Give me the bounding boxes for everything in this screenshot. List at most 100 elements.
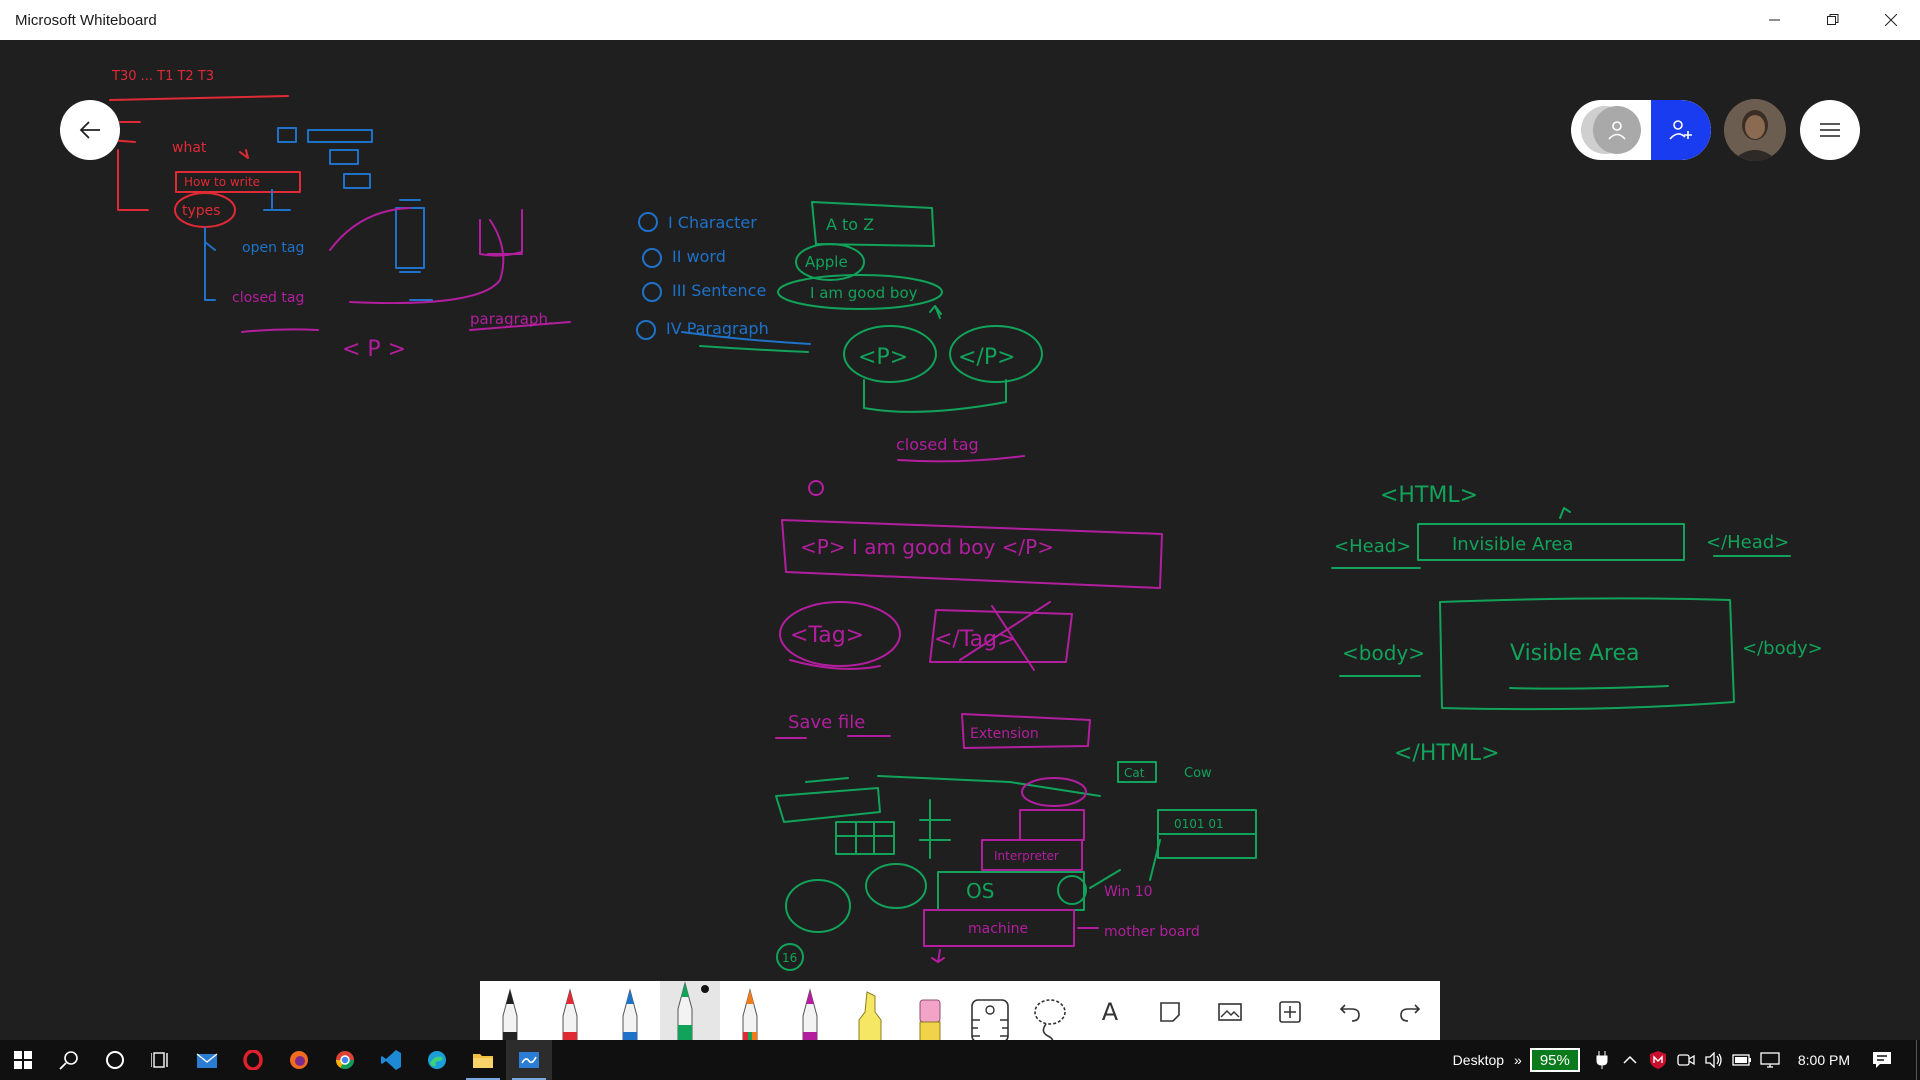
lasso-tool[interactable]	[1020, 981, 1080, 1042]
highlighter-tool[interactable]	[840, 981, 900, 1042]
magenta-closed-tag: closed tag	[232, 290, 304, 306]
ruler-tool[interactable]	[960, 981, 1020, 1042]
p-example-sentence: <P> I am good boy </P>	[800, 535, 1054, 559]
red-top-note: T30 ... T1 T2 T3	[111, 69, 214, 84]
pen-blue-tool[interactable]	[600, 981, 660, 1042]
mcafee-shield-icon[interactable]	[1644, 1040, 1672, 1080]
battery-icon[interactable]	[1728, 1040, 1756, 1080]
whiteboard-app[interactable]	[506, 1040, 552, 1080]
text-tool[interactable]: A	[1080, 981, 1140, 1042]
highlighter-icon	[858, 991, 882, 1042]
mail-icon	[196, 1053, 218, 1068]
title-bar: Microsoft Whiteboard	[0, 0, 1920, 40]
restore-icon	[1827, 14, 1839, 25]
machine-label: machine	[968, 921, 1028, 937]
value-a-to-z: A to Z	[826, 215, 874, 234]
magenta-open-p: < P >	[342, 337, 406, 362]
mail-app[interactable]	[184, 1040, 230, 1080]
volume-icon[interactable]	[1700, 1040, 1728, 1080]
html-open-tag: <HTML>	[1380, 483, 1478, 508]
desktop-toolbar-label[interactable]: Desktop	[1453, 1052, 1504, 1068]
task-view-button[interactable]	[138, 1040, 184, 1080]
user-avatar[interactable]	[1724, 99, 1786, 161]
network-icon[interactable]	[1756, 1040, 1784, 1080]
add-person-icon	[1669, 120, 1692, 140]
insert-tool[interactable]	[1260, 981, 1320, 1042]
ink-layer: T30 ... T1 T2 T3 what How to write types…	[109, 69, 1823, 971]
pen-icon	[502, 988, 518, 1042]
vscode-app[interactable]	[368, 1040, 414, 1080]
ink-toolbar: A	[480, 981, 1440, 1042]
collaborators-group	[1571, 100, 1711, 160]
invisible-area-label: Invisible Area	[1452, 534, 1573, 555]
invite-button[interactable]	[1651, 100, 1711, 160]
back-button[interactable]	[60, 100, 120, 160]
edge-icon	[428, 1051, 446, 1069]
show-desktop-button[interactable]	[1916, 1040, 1920, 1080]
system-tray: Desktop » 95% 8:00 PM	[1453, 1040, 1920, 1080]
win10-label: Win 10	[1104, 884, 1153, 900]
count-label: 16	[782, 951, 797, 965]
red-how-to-write: How to write	[184, 175, 260, 189]
opera-app[interactable]	[230, 1040, 276, 1080]
power-plug-icon[interactable]	[1588, 1040, 1616, 1080]
body-open-tag: <body>	[1342, 641, 1425, 665]
pen-red-tool[interactable]	[540, 981, 600, 1042]
show-hidden-icons-chevron-icon[interactable]	[1616, 1040, 1644, 1080]
pen-rainbow-tool[interactable]	[720, 981, 780, 1042]
list-item-paragraph: IV Paragraph	[666, 319, 769, 338]
plus-box-icon	[1279, 1000, 1301, 1023]
firefox-app[interactable]	[276, 1040, 322, 1080]
clock-time[interactable]: 8:00 PM	[1798, 1052, 1850, 1068]
cortana-button[interactable]	[92, 1040, 138, 1080]
whiteboard-canvas[interactable]: T30 ... T1 T2 T3 what How to write types…	[0, 40, 1920, 1040]
image-tool[interactable]	[1200, 981, 1260, 1042]
value-apple: Apple	[805, 253, 848, 271]
body-close-tag: </body>	[1742, 638, 1823, 659]
edge-app[interactable]	[414, 1040, 460, 1080]
menu-button[interactable]	[1800, 100, 1860, 160]
undo-button[interactable]	[1320, 981, 1380, 1042]
chrome-app[interactable]	[322, 1040, 368, 1080]
folder-icon	[473, 1054, 493, 1068]
action-center-icon[interactable]	[1868, 1040, 1896, 1080]
collaborator-avatar[interactable]	[1593, 106, 1641, 154]
search-button[interactable]	[46, 1040, 92, 1080]
blue-open-tag: open tag	[242, 240, 304, 256]
close-button[interactable]	[1862, 0, 1920, 40]
search-icon	[59, 1051, 78, 1070]
definition-list: I Character II word III Sentence IV Para…	[636, 201, 1043, 496]
image-icon	[1218, 1002, 1242, 1021]
arrow-left-icon	[79, 121, 100, 139]
note-tool[interactable]	[1140, 981, 1200, 1042]
tag-open: <Tag>	[790, 623, 864, 648]
cow-label: Cow	[1184, 766, 1212, 781]
pen-icon	[742, 988, 758, 1042]
whiteboard-icon	[519, 1052, 539, 1068]
file-explorer-app[interactable]	[460, 1040, 506, 1080]
restore-button[interactable]	[1804, 0, 1862, 40]
magenta-ink-group: closed tag < P > paragraph.	[232, 207, 571, 362]
text-tool-label: A	[1101, 997, 1119, 1026]
red-what-label: what	[172, 140, 207, 156]
pen-green-tool[interactable]	[660, 981, 720, 1042]
task-view-icon	[151, 1052, 168, 1068]
meet-now-camera-icon[interactable]	[1672, 1040, 1700, 1080]
undo-icon	[1339, 1003, 1360, 1022]
toolbar-expand-chevron[interactable]: »	[1514, 1052, 1522, 1068]
tag-close: </Tag>	[934, 627, 1016, 652]
html-close-tag: </HTML>	[1394, 741, 1500, 766]
ruler-icon	[971, 999, 1009, 1042]
bottom-diagram: Cat Cow 0101 01 OS 16 Interpreter Win 10…	[775, 761, 1257, 971]
closed-tag-label: closed tag	[896, 435, 979, 454]
pen-icon	[802, 988, 818, 1042]
pen-black-tool[interactable]	[480, 981, 540, 1042]
html-structure: <HTML> <Head> Invisible Area </Head> <bo…	[1331, 483, 1823, 766]
start-button[interactable]	[0, 1040, 46, 1080]
minimize-button[interactable]	[1746, 0, 1804, 40]
eraser-tool[interactable]	[900, 981, 960, 1042]
pen-galaxy-tool[interactable]	[780, 981, 840, 1042]
p-open-tag: <P>	[858, 345, 908, 370]
battery-percentage[interactable]: 95%	[1529, 1048, 1580, 1072]
redo-button[interactable]	[1380, 981, 1440, 1042]
